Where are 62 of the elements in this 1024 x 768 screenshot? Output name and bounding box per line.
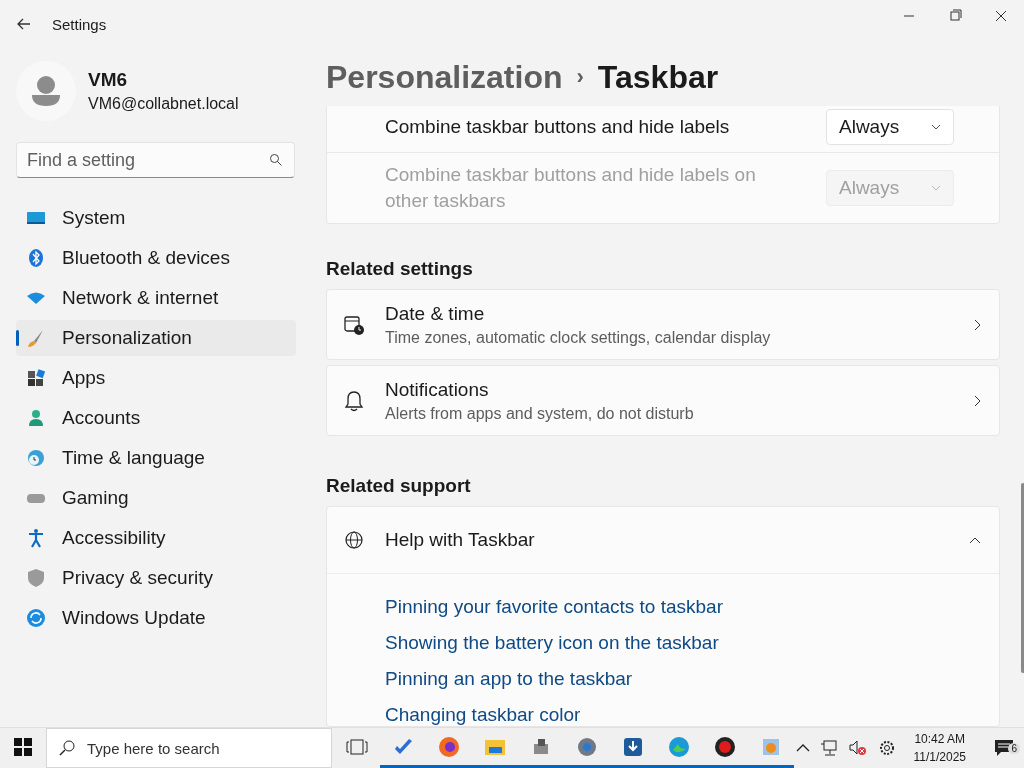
nav-item[interactable]: Accounts — [16, 400, 296, 436]
nav-item[interactable]: Apps — [16, 360, 296, 396]
link-title: Date & time — [385, 302, 486, 325]
chevron-up-icon — [969, 536, 981, 544]
chevron-right-icon — [973, 318, 981, 331]
nav-item[interactable]: Privacy & security — [16, 560, 296, 596]
nav-item[interactable]: Time & language — [16, 440, 296, 476]
bell-icon — [343, 389, 365, 412]
app-icon — [668, 735, 690, 758]
page-title: Taskbar — [597, 58, 719, 96]
link-subtitle: Alerts from apps and system, do not disturb — [385, 404, 695, 423]
windows-logo-icon — [14, 737, 32, 756]
nav-item[interactable]: Bluetooth & devices — [16, 240, 296, 276]
nav-item[interactable]: System — [16, 200, 296, 236]
user-name: VM6 — [88, 69, 129, 91]
section-heading: Related settings — [326, 258, 474, 281]
calendar-clock-icon — [343, 313, 365, 336]
settings-link-card[interactable]: Date & time Time zones, automatic clock settings, calendar display — [326, 289, 1000, 361]
app-icon — [714, 735, 736, 758]
link-subtitle: Time zones, automatic clock settings, calendar display — [385, 328, 772, 347]
chevron-right-icon — [973, 394, 981, 407]
help-link[interactable]: Pinning your favorite contacts to taskbar — [385, 596, 999, 618]
user-email: VM6@collabnet.local — [88, 95, 239, 113]
settings-icon[interactable] — [877, 739, 896, 757]
nav-item[interactable]: Network & internet — [16, 280, 296, 316]
app-icon — [622, 735, 644, 758]
help-link[interactable]: Showing the battery icon on the taskbar — [385, 632, 999, 654]
app-icon — [438, 735, 460, 758]
nav-item[interactable]: Accessibility — [16, 520, 296, 556]
breadcrumb-parent[interactable]: Personalization — [326, 58, 563, 96]
taskbar-clock[interactable]: 10:42 AM 11/1/2025 — [905, 730, 974, 766]
back-icon[interactable] — [16, 16, 32, 32]
globe-icon — [343, 529, 365, 551]
selection-indicator — [16, 330, 19, 346]
breadcrumb-separator: › — [576, 64, 584, 91]
taskbar-search-field[interactable]: Type here to search — [46, 728, 332, 768]
help-title: Help with Taskbar — [385, 529, 536, 551]
help-link[interactable]: Pinning an app to the taskbar — [385, 668, 999, 690]
window-title: Settings — [52, 15, 107, 33]
chevron-up-icon[interactable] — [795, 743, 810, 753]
muted-speaker-icon[interactable] — [847, 739, 868, 757]
link-title: Notifications — [385, 378, 490, 401]
scrollbar-thumb[interactable] — [1021, 483, 1024, 673]
chevron-down-icon — [931, 185, 941, 192]
nav-item[interactable]: Personalization — [16, 320, 296, 356]
network-icon[interactable] — [819, 739, 838, 757]
settings-link-card[interactable]: Notifications Alerts from apps and system, do not disturb — [326, 365, 1000, 436]
nav-item[interactable]: Gaming — [16, 480, 296, 516]
section-heading: Related support — [326, 475, 472, 497]
nav-item[interactable]: Windows Update — [16, 600, 296, 636]
search-icon[interactable] — [269, 153, 283, 167]
chevron-down-icon — [931, 124, 941, 131]
dropdown[interactable]: Always — [826, 109, 954, 146]
setting-label: Combine taskbar buttons and hide labels on other taskbars — [385, 163, 757, 214]
setting-label: Combine taskbar buttons and hide labels — [385, 115, 731, 140]
app-icon — [576, 735, 598, 758]
help-expander[interactable]: Help with Taskbar — [327, 507, 999, 574]
notification-count: 6 — [1008, 743, 1020, 754]
search-icon — [58, 739, 76, 757]
task-view-icon — [346, 738, 368, 755]
search-field[interactable]: Find a setting — [16, 142, 295, 178]
help-link[interactable]: Changing taskbar color — [385, 704, 999, 726]
